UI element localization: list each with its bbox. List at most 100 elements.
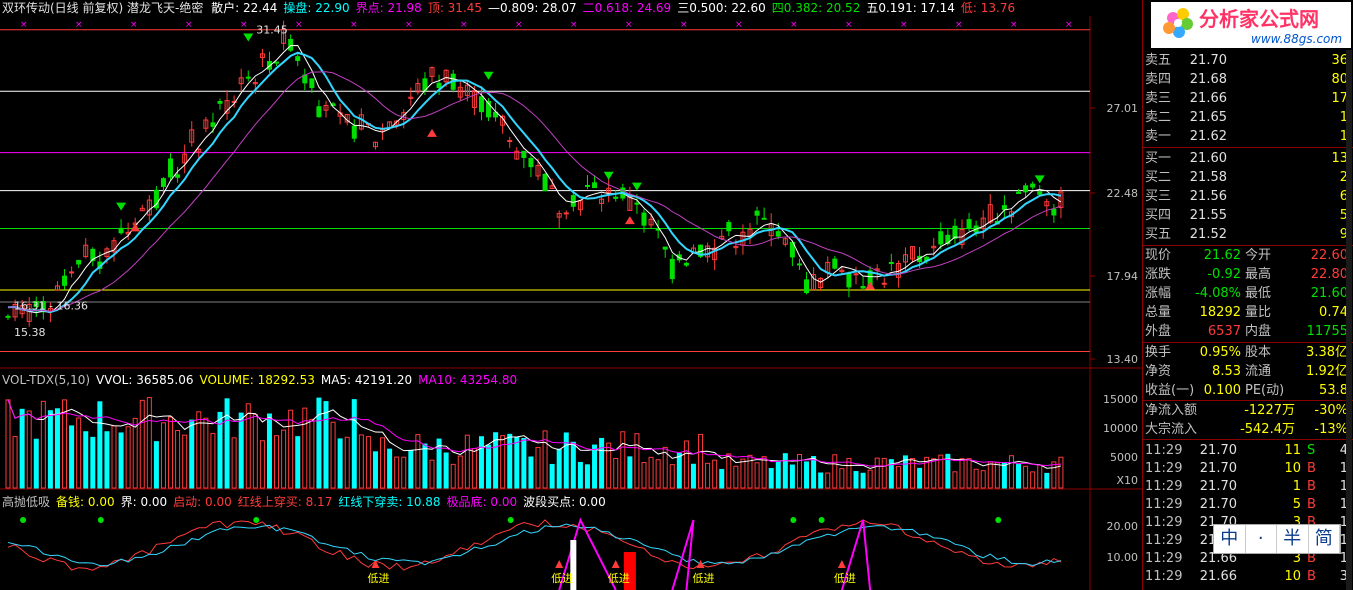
scale-button-3[interactable]: 简 bbox=[1309, 525, 1340, 553]
low-range-label: 16.31 - 16.36 bbox=[14, 299, 88, 312]
x-marker: × bbox=[735, 20, 743, 30]
tick-row: 11:29 21.70 5 B 1 bbox=[1145, 495, 1352, 514]
tick-side: B bbox=[1307, 461, 1316, 476]
fund-value: 53.8 bbox=[1319, 383, 1348, 398]
volume-bar bbox=[337, 438, 343, 489]
volume-bar bbox=[401, 456, 407, 489]
ind-cyan-line bbox=[7, 523, 1062, 567]
tick-price: 21.70 bbox=[1199, 497, 1237, 512]
bid-row: 买二 21.58 2 bbox=[1145, 168, 1352, 187]
x-marker: × bbox=[1010, 20, 1018, 30]
candle-body bbox=[274, 61, 280, 64]
volume-bar bbox=[726, 453, 732, 489]
volume-bar bbox=[104, 431, 110, 489]
volume-bar bbox=[500, 435, 506, 489]
volume-bar bbox=[676, 452, 682, 489]
candle-body bbox=[528, 157, 534, 168]
ind-dot-icon bbox=[790, 517, 797, 523]
vol-axis-label: 15000 bbox=[1103, 393, 1138, 406]
ind-buy-label: 低进 bbox=[834, 572, 856, 585]
bid-label: 买五 bbox=[1145, 227, 1172, 242]
volume-bar bbox=[330, 421, 336, 489]
ind-dot-icon bbox=[818, 517, 825, 523]
volume-bar bbox=[804, 461, 810, 489]
candle-body bbox=[634, 202, 640, 205]
candle-body bbox=[118, 227, 124, 234]
candle-body bbox=[888, 261, 894, 264]
volume-chart[interactable]: 15000 10000 5000 X10 bbox=[0, 370, 1142, 490]
tick-time: 11:29 bbox=[1145, 551, 1183, 566]
candle-body bbox=[245, 76, 251, 79]
x-marker: × bbox=[900, 20, 908, 30]
ind-dot-icon bbox=[507, 517, 514, 523]
candle-body bbox=[1023, 185, 1029, 193]
candle-body bbox=[881, 282, 887, 285]
flow-value: -1227万 bbox=[1244, 403, 1295, 418]
volume-bar bbox=[1058, 456, 1064, 489]
candle-body bbox=[217, 101, 223, 104]
volume-bar bbox=[655, 459, 661, 489]
volume-bar bbox=[507, 433, 513, 489]
tick-side: B bbox=[1307, 497, 1316, 512]
tick-time: 11:29 bbox=[1145, 443, 1183, 458]
volume-bar bbox=[238, 412, 244, 489]
volume-bar bbox=[973, 468, 979, 489]
volume-bar bbox=[33, 438, 39, 489]
tick-count: 1 bbox=[1339, 497, 1348, 512]
bid-row: 买三 21.56 6 bbox=[1145, 187, 1352, 206]
candle-body bbox=[832, 258, 838, 269]
scale-button-2[interactable]: 半 bbox=[1277, 525, 1309, 553]
tick-count: 4 bbox=[1339, 443, 1348, 458]
ask-price: 21.70 bbox=[1189, 53, 1227, 68]
bid-volume: 6 bbox=[1339, 189, 1348, 204]
indicator-chart[interactable]: 20.00 10.00 低进 低进 低进 低进 低进 bbox=[0, 490, 1142, 590]
ask-label: 卖三 bbox=[1145, 91, 1172, 106]
quote-value: 11755 bbox=[1306, 324, 1348, 339]
sell-arrow-icon bbox=[1034, 175, 1045, 184]
volume-bar bbox=[40, 400, 46, 489]
tick-time: 11:29 bbox=[1145, 479, 1183, 494]
volume-bar bbox=[584, 464, 590, 489]
volume-bar bbox=[634, 433, 640, 489]
price-axis-label: 22.48 bbox=[1107, 187, 1139, 200]
candlestick-chart[interactable]: 27.01 22.48 17.94 13.40 31.45 16.31 - 16.36 15… bbox=[0, 0, 1142, 370]
volume-bar bbox=[825, 472, 831, 489]
candle-body bbox=[5, 315, 11, 318]
volume-bar bbox=[521, 438, 527, 489]
volume-bar bbox=[860, 472, 866, 489]
volume-bar bbox=[146, 397, 152, 489]
volume-bar bbox=[394, 456, 400, 489]
quote-label: 最高 bbox=[1245, 267, 1272, 282]
candle-body bbox=[1016, 191, 1022, 194]
tick-side: B bbox=[1307, 479, 1316, 494]
panel-scrollbar[interactable] bbox=[1346, 50, 1352, 590]
volume-bar bbox=[839, 468, 845, 489]
ask-price: 21.62 bbox=[1189, 129, 1227, 144]
volume-bar bbox=[733, 465, 739, 489]
volume-bar bbox=[606, 442, 612, 489]
bid-label: 买三 bbox=[1145, 189, 1172, 204]
tick-row: 11:29 21.70 11 S 4 bbox=[1145, 441, 1352, 460]
tick-time: 11:29 bbox=[1145, 497, 1183, 512]
bid-volume: 13 bbox=[1331, 151, 1348, 166]
quote-label: 涨幅 bbox=[1145, 286, 1172, 301]
bid-volume: 2 bbox=[1339, 170, 1348, 185]
tick-volume: 5 bbox=[1292, 497, 1301, 512]
volume-bar bbox=[931, 458, 937, 489]
volume-bar bbox=[669, 464, 675, 489]
volume-bar bbox=[90, 436, 96, 489]
scale-button-0[interactable]: 中 bbox=[1214, 525, 1246, 553]
volume-bar bbox=[952, 471, 958, 489]
fundamental-row: 净资 8.53 流通 1.92亿 bbox=[1145, 362, 1352, 381]
bid-volume: 5 bbox=[1339, 208, 1348, 223]
bid-price: 21.52 bbox=[1189, 227, 1227, 242]
volume-bar bbox=[811, 456, 817, 489]
quote-value: 6537 bbox=[1207, 324, 1241, 339]
scale-button-1[interactable]: · bbox=[1246, 525, 1277, 553]
candle-body bbox=[316, 106, 322, 118]
candle-body bbox=[938, 231, 944, 245]
volume-bar bbox=[182, 434, 188, 489]
fund-value: 0.95% bbox=[1199, 345, 1241, 360]
volume-bar bbox=[365, 436, 371, 489]
volume-bar bbox=[980, 470, 986, 489]
